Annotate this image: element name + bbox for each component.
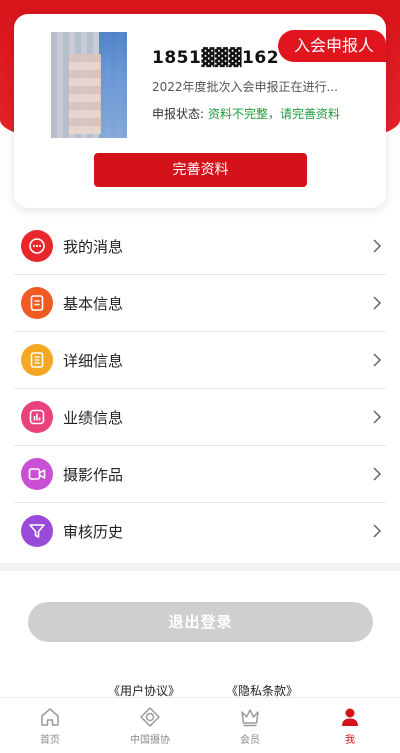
- list-doc-icon: [21, 344, 53, 376]
- tab-label: 中国摄协: [130, 735, 170, 746]
- menu-item-photo-works[interactable]: 摄影作品: [14, 446, 386, 503]
- chevron-right-icon: [373, 239, 382, 253]
- application-status: 申报状态: 资料不完整，请完善资料: [152, 105, 340, 122]
- bottom-tab-bar: 首页 中国摄协 会员 我: [0, 697, 400, 753]
- menu-item-label: 基本信息: [63, 295, 124, 313]
- tab-label: 我: [345, 735, 355, 746]
- crown-icon: [241, 709, 259, 727]
- tab-label: 首页: [40, 735, 60, 746]
- profile-photo[interactable]: [51, 32, 127, 138]
- menu-item-performance-info[interactable]: 业绩信息: [14, 389, 386, 446]
- tab-home[interactable]: 首页: [0, 698, 100, 753]
- menu-item-label: 我的消息: [63, 238, 124, 256]
- profile-card: 1851▓▓▓162 入会申报人 2022年度批次入会申报正在进行... 申报状…: [14, 14, 386, 208]
- menu-item-review-history[interactable]: 审核历史: [14, 503, 386, 560]
- tab-member[interactable]: 会员: [200, 698, 300, 753]
- menu-item-basic-info[interactable]: 基本信息: [14, 275, 386, 332]
- status-value: 资料不完整，请完善资料: [208, 107, 341, 121]
- menu-item-label: 详细信息: [63, 352, 124, 370]
- section-divider: [0, 563, 400, 571]
- menu-item-label: 业绩信息: [63, 409, 124, 427]
- menu-item-label: 摄影作品: [63, 466, 124, 484]
- menu-item-messages[interactable]: 我的消息: [14, 218, 386, 275]
- tab-me[interactable]: 我: [300, 698, 400, 753]
- chart-icon: [21, 401, 53, 433]
- status-label: 申报状态:: [152, 107, 205, 121]
- document-icon: [21, 287, 53, 319]
- chevron-right-icon: [373, 410, 382, 424]
- role-badge: 入会申报人: [277, 30, 386, 62]
- menu-item-label: 审核历史: [63, 523, 124, 541]
- batch-notice: 2022年度批次入会申报正在进行...: [152, 80, 338, 94]
- menu-item-detail-info[interactable]: 详细信息: [14, 332, 386, 389]
- association-icon: [140, 707, 160, 727]
- tab-association[interactable]: 中国摄协: [100, 698, 200, 753]
- video-icon: [21, 458, 53, 490]
- home-icon: [41, 708, 59, 726]
- chevron-right-icon: [373, 524, 382, 538]
- complete-info-button[interactable]: 完善资料: [94, 153, 307, 187]
- phone-number: 1851▓▓▓162: [152, 48, 280, 68]
- person-icon: [342, 708, 358, 726]
- menu-list: 我的消息 基本信息 详细信息 业绩信息 摄影作品 审核历史: [0, 218, 400, 560]
- logout-button[interactable]: 退出登录: [28, 602, 373, 642]
- chevron-right-icon: [373, 353, 382, 367]
- message-icon: [21, 230, 53, 262]
- chevron-right-icon: [373, 467, 382, 481]
- chevron-right-icon: [373, 296, 382, 310]
- tab-label: 会员: [240, 735, 260, 746]
- filter-icon: [21, 515, 53, 547]
